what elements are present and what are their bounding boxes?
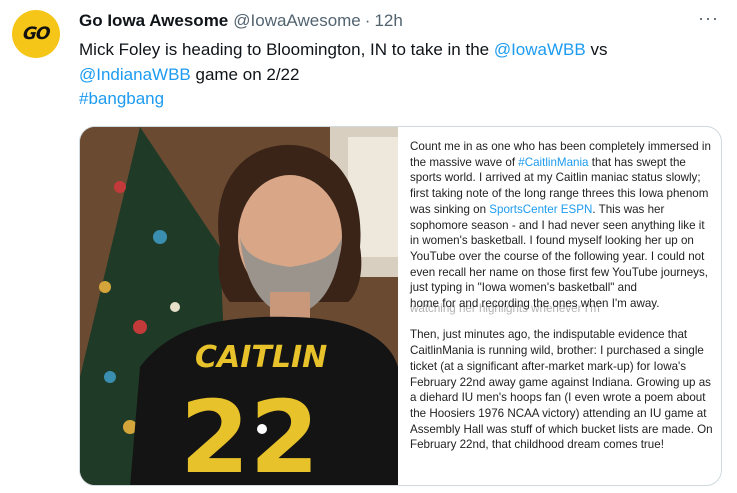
avatar[interactable]: GO — [12, 10, 60, 58]
hashtag-bangbang[interactable]: #bangbang — [79, 89, 164, 108]
photo-mick-foley[interactable]: CAITLIN 22 — [80, 127, 398, 486]
sportscenter-link: SportsCenter ESPN — [489, 202, 593, 216]
letter-paragraph-2: Then, just minutes ago, the indisputable… — [410, 328, 713, 452]
shirt-number-text: 22 — [180, 379, 319, 486]
tweet-text-part: vs — [585, 40, 608, 59]
tweet-text-part: Mick Foley is heading to Bloomington, IN… — [79, 40, 494, 59]
author-handle[interactable]: @IowaAwesome — [233, 11, 361, 31]
letter-overlap-text: watching her highlights whenever I'm — [410, 302, 600, 315]
tweet-timestamp[interactable]: 12h — [374, 11, 402, 31]
letter-paragraph-1: Count me in as one who has been complete… — [410, 139, 715, 312]
shirt-caitlin-text: CAITLIN — [195, 340, 327, 375]
tweet-media[interactable]: CAITLIN 22 Count me in as one who has be… — [79, 126, 722, 486]
tweet-text-part: game on 2/22 — [190, 64, 300, 84]
tweet-header: Go Iowa Awesome @IowaAwesome · 12h — [79, 10, 717, 32]
author-name[interactable]: Go Iowa Awesome — [79, 11, 228, 31]
go-iowa-logo: GO — [21, 24, 51, 44]
letter-text-part: . This was her sophomore season - and I … — [410, 202, 708, 295]
more-options-icon[interactable]: ··· — [698, 8, 719, 29]
mention-indianawbb[interactable]: @IndianaWBB — [79, 65, 191, 84]
tweet-text: Mick Foley is heading to Bloomington, IN… — [79, 38, 719, 112]
photo-illustration: CAITLIN 22 — [80, 127, 398, 486]
mention-iowawbb[interactable]: @IowaWBB — [494, 40, 586, 59]
hashtag-caitlinmania: #CaitlinMania — [518, 155, 589, 169]
header-separator: · — [364, 11, 371, 30]
